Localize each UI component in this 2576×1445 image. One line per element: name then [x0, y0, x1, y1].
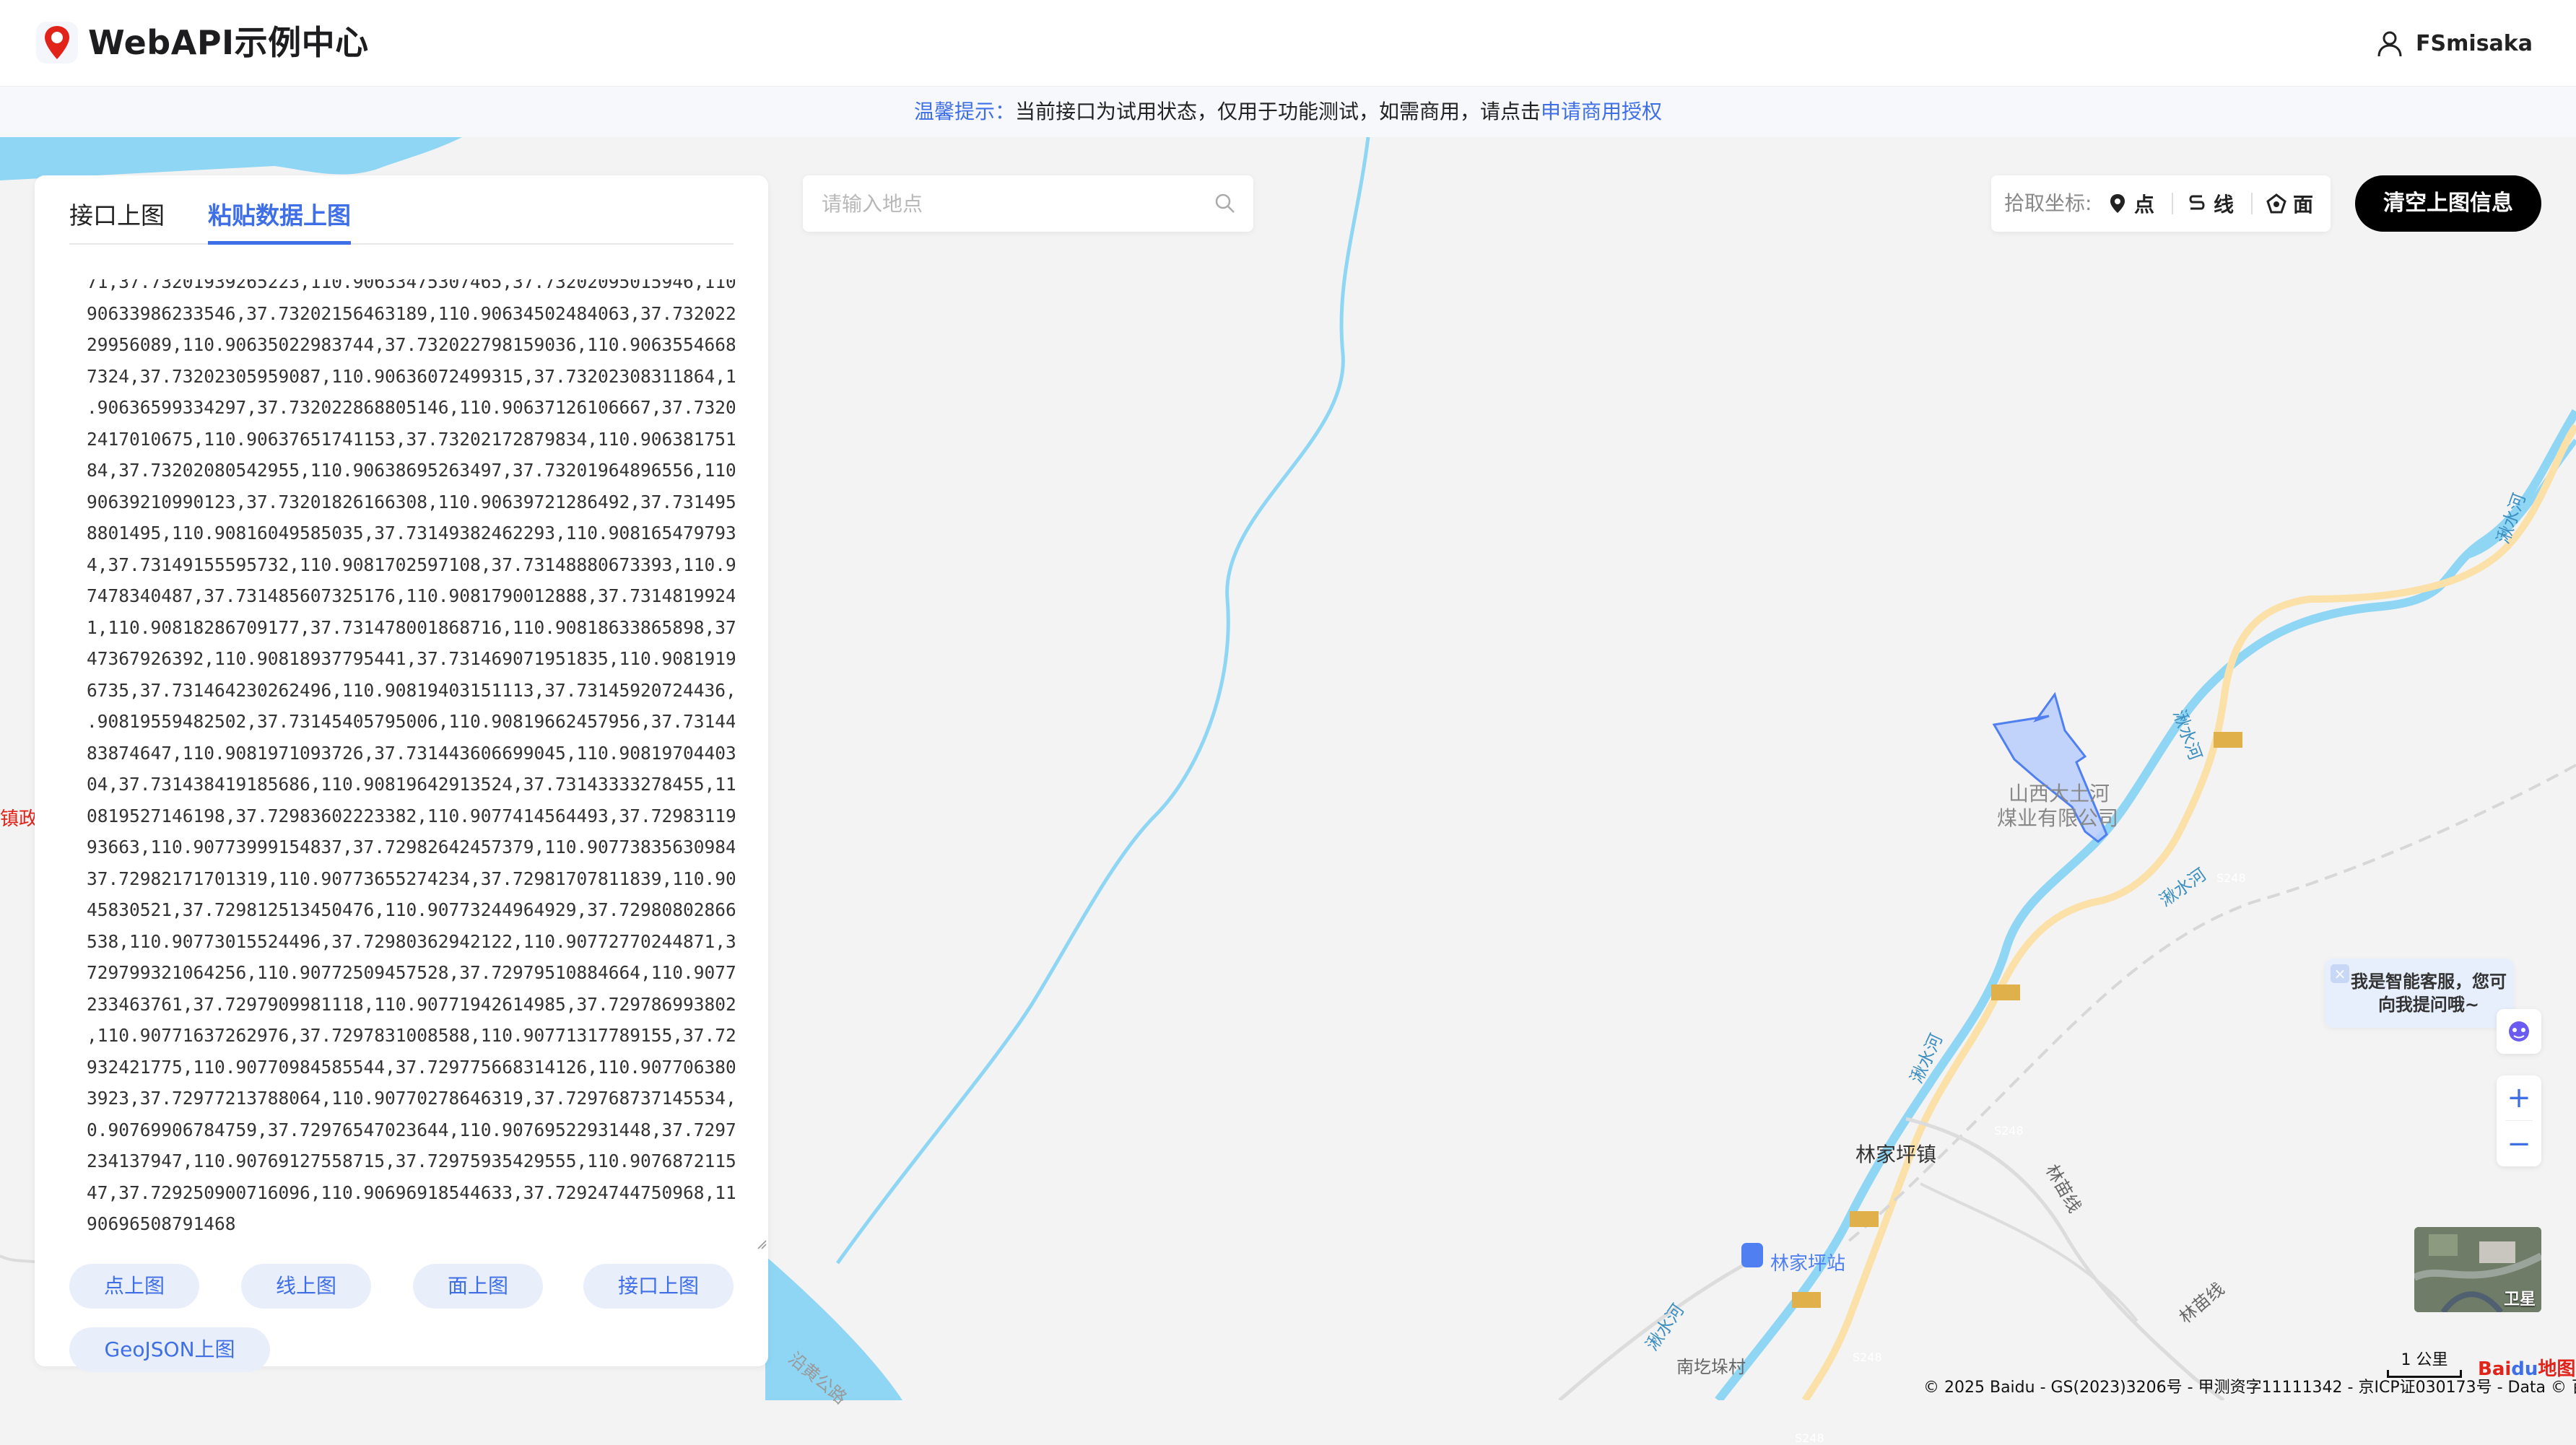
- data-line: 90639210990123,37.73201826166308,110.906…: [87, 491, 735, 512]
- data-line: 1,110.90818286709177,37.731478001868716,…: [87, 616, 735, 638]
- data-line: 93663,110.90773999154837,37.729826424573…: [87, 837, 735, 857]
- road-shield-label-3: S248: [1853, 1350, 1882, 1364]
- data-line: 71,37.73201939265223,110.90633475307465,…: [87, 279, 735, 292]
- data-line: 7478340487,37.731485607325176,110.908179…: [87, 585, 735, 606]
- data-line: 90696508791468: [87, 1213, 236, 1234]
- data-line: 233463761,37.7297909981118,110.907719426…: [87, 993, 735, 1015]
- map-label-station: 林家坪站: [1770, 1253, 1846, 1275]
- data-line: 234137947,110.90769127558715,37.72975935…: [87, 1151, 735, 1171]
- plot-point-button[interactable]: 点上图: [69, 1264, 199, 1309]
- line-route-icon: [2189, 195, 2205, 210]
- smart-assistant-bubble[interactable]: × 我是智能客服，您可向我提问哦~: [2325, 959, 2514, 1028]
- baidu-logo-bai: Bai: [2478, 1358, 2512, 1380]
- picker-divider: [2251, 193, 2253, 214]
- app-title: WebAPI示例中心: [88, 23, 369, 62]
- data-line: 4,37.73149155595732,110.9081702597108,37…: [87, 554, 735, 575]
- assistant-text: 我是智能客服，您可向我提问哦~: [2351, 972, 2507, 1015]
- search-input[interactable]: [820, 175, 1198, 233]
- pick-line-label: 线: [2214, 193, 2235, 217]
- zoom-out-button[interactable]: −: [2497, 1122, 2541, 1166]
- clear-map-button[interactable]: 清空上图信息: [2355, 175, 2541, 232]
- pick-point-label: 点: [2134, 193, 2155, 217]
- map-label-village: 南圪垛村: [1676, 1357, 1746, 1377]
- plot-api-button[interactable]: 接口上图: [583, 1264, 734, 1309]
- map-label-town: 林家坪镇: [1855, 1143, 1937, 1166]
- pick-polygon-label: 面: [2293, 193, 2314, 217]
- baidu-map-logo: Baidu地图: [2478, 1354, 2575, 1381]
- zoom-divider: [2505, 1120, 2533, 1121]
- data-line: 3923,37.72977213788064,110.9077027864631…: [87, 1088, 735, 1109]
- apply-license-link[interactable]: 申请商用授权: [1541, 100, 1662, 123]
- assistant-button[interactable]: [2497, 1009, 2541, 1054]
- data-line: 538,110.90773015524496,37.72980362942122…: [87, 930, 735, 952]
- picker-label: 拾取坐标:: [2004, 191, 2092, 215]
- data-line: 90633986233546,37.73202156463189,110.906…: [87, 302, 735, 324]
- data-line: 29956089,110.90635022983744,37.732022798…: [87, 334, 735, 355]
- zoom-in-button[interactable]: +: [2497, 1075, 2541, 1120]
- map-label-company-line2: 煤业有限公司: [1997, 806, 2119, 830]
- data-line: 0819527146198,37.72983602223382,110.9077…: [87, 805, 735, 826]
- search-icon[interactable]: [1213, 191, 1237, 216]
- location-pin-icon: [2110, 194, 2125, 213]
- satellite-layer-toggle[interactable]: 卫星: [2414, 1227, 2541, 1312]
- map-scale: 1 公里: [2387, 1347, 2462, 1378]
- picker-divider: [2172, 193, 2173, 214]
- pick-point-tool[interactable]: 点: [2107, 175, 2154, 232]
- pasted-coordinates: 71,37.73201939265223,110.90633475307465,…: [87, 279, 735, 1240]
- notice-label: 温馨提示：: [913, 100, 1015, 123]
- tab-api-plot[interactable]: 接口上图: [69, 196, 165, 236]
- robot-icon: [2509, 1021, 2529, 1042]
- data-line: 83874647,110.9081971093726,37.7314436066…: [87, 742, 735, 764]
- data-line: 0.90769906784759,37.72976547023644,110.9…: [87, 1119, 735, 1140]
- plot-line-button[interactable]: 线上图: [241, 1264, 371, 1309]
- location-search: [803, 175, 1253, 233]
- data-line: 45830521,37.729812513450476,110.90773244…: [87, 899, 735, 920]
- data-line: ,110.90771637262976,37.7297831008588,110…: [87, 1025, 735, 1046]
- resize-grip-icon[interactable]: [757, 1239, 767, 1249]
- close-icon[interactable]: ×: [2331, 964, 2349, 983]
- scale-label: 1 公里: [2401, 1351, 2448, 1369]
- notice-text: 当前接口为试用状态，仅用于功能测试，如需商用，请点击: [1014, 100, 1541, 123]
- data-line: 47367926392,110.90818937795441,37.731469…: [87, 648, 735, 669]
- app-header: WebAPI示例中心 FSmisaka: [0, 0, 2576, 87]
- data-line: .90819559482502,37.73145405795006,110.90…: [87, 711, 735, 732]
- tab-paste-data-plot[interactable]: 粘贴数据上图: [208, 196, 351, 245]
- data-line: 37.72982171701319,110.90773655274234,37.…: [87, 868, 735, 889]
- paste-data-textarea[interactable]: 71,37.73201939265223,110.90633475307465,…: [35, 279, 735, 1249]
- data-line: 84,37.73202080542955,110.90638695263497,…: [87, 460, 735, 481]
- plot-geojson-button[interactable]: GeoJSON上图: [69, 1327, 270, 1372]
- user-icon: [2377, 31, 2402, 57]
- panel-tabs: 接口上图 粘贴数据上图: [69, 196, 734, 245]
- zoom-control: + −: [2497, 1075, 2541, 1166]
- coordinate-picker: 拾取坐标: 点 线 面: [1991, 175, 2331, 232]
- road-shield-label-4: S248: [1795, 1431, 1824, 1445]
- baidu-logo-ditu: 地图: [2538, 1358, 2576, 1380]
- plot-polygon-button[interactable]: 面上图: [413, 1264, 543, 1309]
- data-line: 7324,37.73202305959087,110.9063607249931…: [87, 365, 735, 387]
- username: FSmisaka: [2416, 30, 2533, 56]
- data-line: 729799321064256,110.90772509457528,37.72…: [87, 962, 735, 983]
- baidu-logo-du: du: [2511, 1358, 2538, 1380]
- satellite-label: 卫星: [2503, 1291, 2536, 1309]
- pick-polygon-tool[interactable]: 面: [2266, 175, 2313, 232]
- map-label-edge-town: 镇政: [0, 808, 38, 830]
- pick-line-tool[interactable]: 线: [2186, 175, 2234, 232]
- data-line: 04,37.731438419185686,110.90819642913524…: [87, 774, 735, 795]
- data-panel: 接口上图 粘贴数据上图 71,37.73201939265223,110.906…: [35, 175, 768, 1372]
- data-line: .90636599334297,37.732022868805146,110.9…: [87, 397, 735, 418]
- data-line: 2417010675,110.90637651741153,37.7320217…: [87, 428, 735, 450]
- notice-bar: 温馨提示：当前接口为试用状态，仅用于功能测试，如需商用，请点击申请商用授权: [0, 87, 2576, 137]
- data-line: 8801495,110.90816049585035,37.7314938246…: [87, 523, 735, 543]
- road-shield-label-1: S248: [2216, 871, 2246, 885]
- data-line: 932421775,110.90770984585544,37.72977566…: [87, 1056, 735, 1078]
- polygon-icon: [2266, 193, 2286, 214]
- data-line: 47,37.729250900716096,110.90696918544633…: [87, 1182, 735, 1203]
- baidu-map-logo-icon[interactable]: [35, 20, 79, 65]
- station-pin: [1741, 1243, 1763, 1267]
- user-menu[interactable]: FSmisaka: [2375, 26, 2533, 61]
- road-shield-label-2: S248: [1994, 1124, 2024, 1138]
- data-line: 6735,37.731464230262496,110.908194031511…: [87, 679, 735, 701]
